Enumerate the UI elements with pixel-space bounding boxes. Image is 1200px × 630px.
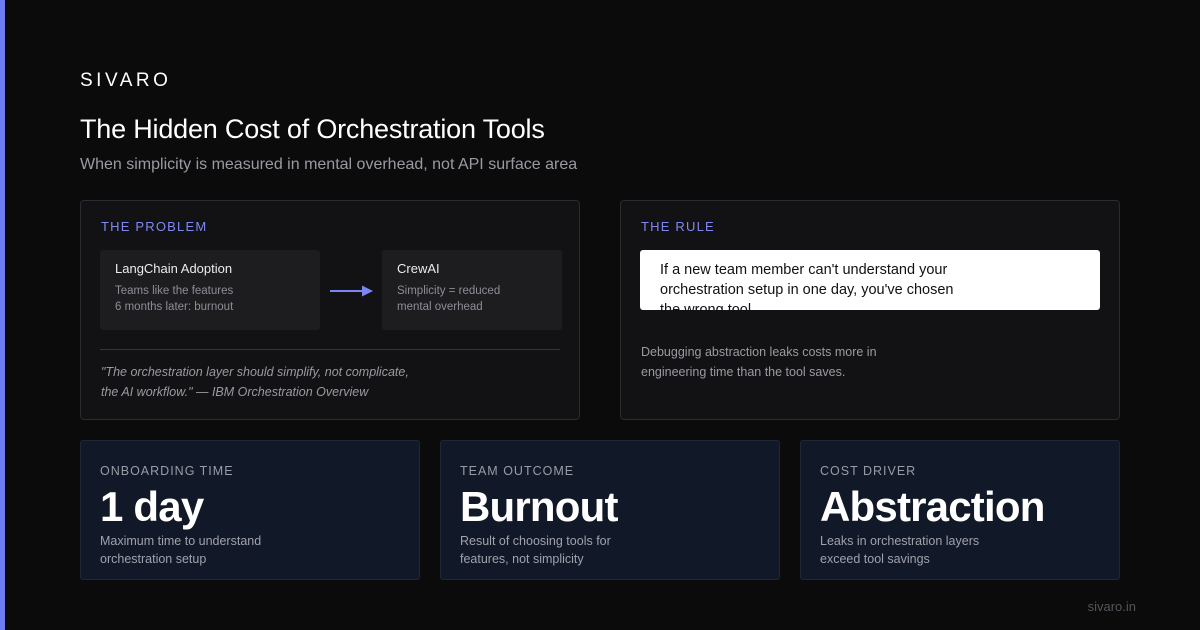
footer-url: sivaro.in	[1087, 599, 1136, 614]
arrow-right-icon	[330, 285, 373, 297]
crewai-card-title: CrewAI	[397, 261, 440, 276]
page-subtitle: When simplicity is measured in mental ov…	[80, 156, 578, 173]
stat-value: 1 day	[100, 483, 204, 530]
stat-description-line: Leaks in orchestration layers	[820, 534, 980, 548]
problem-panel: THE PROBLEM LangChain Adoption Teams lik…	[80, 200, 580, 420]
page-title: The Hidden Cost of Orchestration Tools	[80, 114, 545, 144]
stat-description-line: exceed tool savings	[820, 552, 930, 566]
rule-panel: THE RULE If a new team member can't unde…	[620, 200, 1120, 420]
rule-statement-box: If a new team member can't understand yo…	[640, 250, 1100, 310]
langchain-card: LangChain Adoption Teams like the featur…	[100, 250, 320, 330]
divider	[100, 349, 560, 350]
stat-value: Burnout	[460, 483, 618, 530]
crewai-card-line: Simplicity = reduced	[397, 285, 501, 297]
stat-description-line: orchestration setup	[100, 552, 207, 566]
stat-label: ONBOARDING TIME	[100, 464, 234, 478]
langchain-card-line: 6 months later: burnout	[115, 301, 234, 313]
stat-description: Maximum time to understand orchestration…	[100, 532, 330, 568]
quote: "The orchestration layer should simplify…	[101, 362, 541, 402]
crewai-card-line: mental overhead	[397, 301, 483, 313]
accent-bar	[0, 0, 5, 630]
stat-label: TEAM OUTCOME	[460, 464, 575, 478]
crewai-card: CrewAI Simplicity = reduced mental overh…	[382, 250, 562, 330]
rule-statement-line: orchestration setup in one day, you've c…	[660, 282, 954, 298]
quote-line: the AI workflow." — IBM Orchestration Ov…	[101, 385, 369, 399]
langchain-card-title: LangChain Adoption	[115, 261, 233, 276]
stat-description-line: Maximum time to understand	[100, 534, 262, 548]
langchain-card-line: Teams like the features	[115, 285, 234, 297]
stat-description: Leaks in orchestration layers exceed too…	[820, 532, 1050, 568]
rule-note: Debugging abstraction leaks costs more i…	[641, 342, 901, 382]
stat-label: COST DRIVER	[820, 464, 917, 478]
rule-statement: If a new team member can't understand yo…	[660, 260, 980, 310]
rule-heading: THE RULE	[641, 219, 715, 234]
rule-note-line: engineering time than the tool saves.	[641, 365, 846, 379]
brand-logo: SIVARO	[80, 70, 172, 91]
quote-line: "The orchestration layer should simplify…	[101, 365, 409, 379]
rule-statement-line: the wrong tool.	[660, 302, 756, 310]
stat-description-line: features, not simplicity	[460, 552, 584, 566]
stat-card-cost-driver: COST DRIVER Abstraction Leaks in orchest…	[800, 440, 1120, 580]
stat-card-onboarding: ONBOARDING TIME 1 day Maximum time to un…	[80, 440, 420, 580]
stat-description-line: Result of choosing tools for	[460, 534, 611, 548]
stat-card-team-outcome: TEAM OUTCOME Burnout Result of choosing …	[440, 440, 780, 580]
rule-statement-line: If a new team member can't understand yo…	[660, 262, 948, 278]
problem-heading: THE PROBLEM	[101, 219, 208, 234]
rule-note-line: Debugging abstraction leaks costs more i…	[641, 345, 877, 359]
stat-value: Abstraction	[820, 483, 1045, 530]
stat-description: Result of choosing tools for features, n…	[460, 532, 690, 568]
